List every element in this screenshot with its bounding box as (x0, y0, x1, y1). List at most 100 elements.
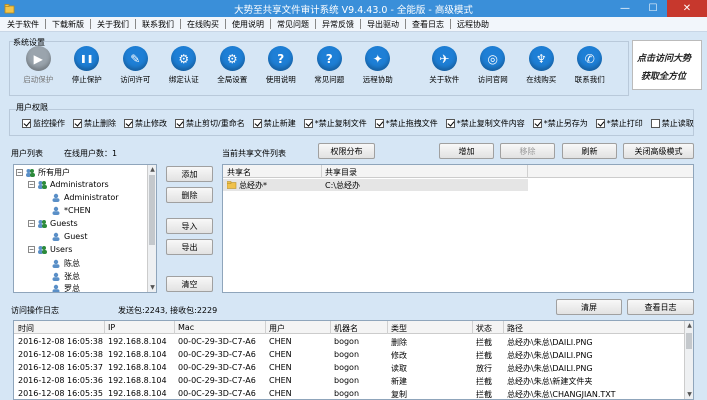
about-software-button[interactable]: ✈ 关于软件 (420, 46, 469, 85)
table-row[interactable]: 2016-12-08 16:05:36 192.168.8.104 00-0C-… (14, 374, 684, 387)
perm-no-print[interactable]: *禁止打印 (595, 118, 643, 129)
perm-no-copy-file[interactable]: *禁止复制文件 (303, 118, 367, 129)
collapse-icon[interactable]: − (28, 220, 35, 227)
stop-protect-button[interactable]: ❚❚ 停止保护 (63, 46, 112, 85)
scroll-down-icon[interactable]: ▼ (685, 390, 693, 399)
user-tree[interactable]: − 所有用户 − Administrators Administrator *C… (13, 164, 157, 293)
checkbox[interactable] (22, 119, 31, 128)
remote-assist-button[interactable]: ✦ 远程协助 (354, 46, 403, 85)
scroll-up-icon[interactable]: ▲ (148, 165, 156, 174)
maximize-button[interactable]: ☐ (639, 0, 667, 17)
import-button[interactable]: 导入 (166, 218, 213, 234)
add-user-button[interactable]: 添加 (166, 166, 213, 182)
access-log-table[interactable]: 时间 IP Mac 用户 机器名 类型 状态 路径 2016-12-08 16:… (13, 320, 694, 400)
menu-view-log[interactable]: 查看日志 (408, 19, 448, 30)
checkbox[interactable] (445, 119, 455, 128)
checkbox[interactable] (303, 119, 313, 128)
checkbox[interactable] (595, 119, 605, 128)
column-header[interactable]: Mac (178, 323, 194, 332)
log-scrollbar[interactable]: ▲ ▼ (684, 321, 693, 399)
menu-about-software[interactable]: 关于软件 (3, 19, 43, 30)
checkbox[interactable] (650, 119, 660, 128)
tree-scrollbar[interactable]: ▲ ▼ (147, 165, 156, 292)
add-share-button[interactable]: 增加 (439, 143, 494, 159)
scroll-thumb[interactable] (686, 333, 692, 349)
column-header[interactable]: IP (108, 323, 115, 332)
perm-no-modify[interactable]: 禁止修改 (124, 118, 167, 129)
tree-node-user[interactable]: 陈总 (51, 258, 80, 269)
menu-download[interactable]: 下载新版 (48, 19, 88, 30)
bind-auth-button[interactable]: ⚙ 绑定认证 (160, 46, 209, 85)
perm-no-drag[interactable]: *禁止拖拽文件 (374, 118, 438, 129)
table-row[interactable]: 2016-12-08 16:05:38 192.168.8.104 00-0C-… (14, 348, 684, 361)
checkbox[interactable] (73, 119, 82, 128)
perm-monitor[interactable]: 监控操作 (22, 118, 65, 129)
tree-node-user[interactable]: 张总 (51, 271, 80, 282)
scroll-up-icon[interactable]: ▲ (685, 321, 693, 330)
table-row[interactable]: 2016-12-08 16:05:38 192.168.8.104 00-0C-… (14, 335, 684, 348)
manual-button[interactable]: ? 使用说明 (257, 46, 306, 85)
clear-screen-button[interactable]: 清屏 (556, 299, 622, 315)
tree-node-chen[interactable]: *CHEN (51, 206, 91, 215)
checkbox[interactable] (124, 119, 133, 128)
faq-button[interactable]: ? 常见问题 (305, 46, 354, 85)
menu-contact[interactable]: 联系我们 (138, 19, 178, 30)
shared-folder-table[interactable]: 共享名 共享目录 总经办* C:\总经办 (222, 164, 694, 293)
checkbox[interactable] (374, 119, 384, 128)
column-header[interactable]: 路径 (507, 323, 523, 334)
view-log-button[interactable]: 查看日志 (627, 299, 694, 315)
perm-no-save-as[interactable]: *禁止另存为 (532, 118, 588, 129)
perm-no-read[interactable]: 禁止读取 (650, 118, 694, 129)
menu-faq[interactable]: 常见问题 (273, 19, 313, 30)
remove-share-button[interactable]: 移除 (500, 143, 555, 159)
refresh-button[interactable]: 刷新 (562, 143, 617, 159)
collapse-icon[interactable]: − (28, 181, 35, 188)
table-row[interactable]: 2016-12-08 16:05:35 192.168.8.104 00-0C-… (14, 387, 684, 399)
perm-no-copy-content[interactable]: *禁止复制文件内容 (445, 118, 525, 129)
checkbox[interactable] (252, 119, 262, 128)
export-button[interactable]: 导出 (166, 239, 213, 255)
tree-node-administrator[interactable]: Administrator (51, 193, 119, 202)
collapse-icon[interactable]: − (16, 169, 23, 176)
tree-node-administrators[interactable]: − Administrators (28, 180, 109, 189)
perm-no-create[interactable]: 禁止新建 (252, 118, 296, 129)
column-header[interactable]: 类型 (391, 323, 407, 334)
column-header[interactable]: 共享名 (227, 167, 251, 178)
menu-feedback[interactable]: 异常反馈 (318, 19, 358, 30)
table-row[interactable]: 2016-12-08 16:05:37 192.168.8.104 00-0C-… (14, 361, 684, 374)
column-header[interactable]: 共享目录 (325, 167, 357, 178)
tree-node-user[interactable]: 罗总 (51, 283, 80, 292)
tree-node-all-users[interactable]: − 所有用户 (16, 167, 70, 178)
column-header[interactable]: 用户 (269, 323, 285, 334)
clear-button[interactable]: 清空 (166, 276, 213, 292)
close-advanced-mode-button[interactable]: 关闭高级模式 (623, 143, 694, 159)
column-header[interactable]: 状态 (476, 323, 492, 334)
start-protect-button[interactable]: ▶ 启动保护 (14, 46, 63, 85)
scroll-thumb[interactable] (149, 175, 155, 245)
menu-buy[interactable]: 在线购买 (183, 19, 223, 30)
access-permit-button[interactable]: ✎ 访问许可 (111, 46, 160, 85)
delete-user-button[interactable]: 删除 (166, 187, 213, 203)
menu-manual[interactable]: 使用说明 (228, 19, 268, 30)
perm-no-delete[interactable]: 禁止删除 (73, 118, 116, 129)
scroll-down-icon[interactable]: ▼ (148, 283, 156, 292)
checkbox[interactable] (532, 119, 542, 128)
collapse-icon[interactable]: − (28, 246, 35, 253)
menu-export-driver[interactable]: 导出驱动 (363, 19, 403, 30)
perm-no-cut-rename[interactable]: 禁止剪切/重命名 (175, 118, 245, 129)
brand-logo-link[interactable]: 点击访问大势 获取全方位 (632, 40, 702, 90)
visit-site-button[interactable]: ◎ 访问官网 (469, 46, 518, 85)
tree-node-users[interactable]: − Users (28, 245, 72, 254)
permission-distribution-button[interactable]: 权限分布 (318, 143, 375, 159)
menu-about-us[interactable]: 关于我们 (93, 19, 133, 30)
tree-node-guests[interactable]: − Guests (28, 219, 78, 228)
global-settings-button[interactable]: ⚙ 全局设置 (208, 46, 257, 85)
menu-remote-assist[interactable]: 远程协助 (453, 19, 493, 30)
column-header[interactable]: 时间 (18, 323, 34, 334)
minimize-button[interactable]: — (611, 0, 639, 17)
buy-online-button[interactable]: ♆ 在线购买 (517, 46, 566, 85)
tree-node-guest[interactable]: Guest (51, 232, 88, 241)
column-header[interactable]: 机器名 (334, 323, 358, 334)
contact-us-button[interactable]: ✆ 联系我们 (566, 46, 615, 85)
close-button[interactable]: ✕ (667, 0, 707, 17)
